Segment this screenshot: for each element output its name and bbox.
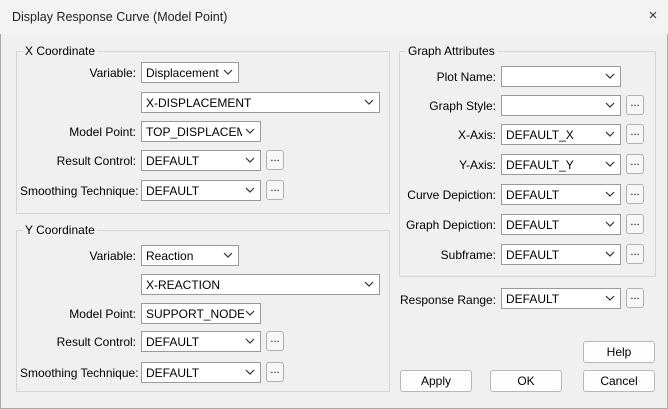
curve-depiction-combo[interactable]: DEFAULT xyxy=(501,184,621,205)
y-axis-value: DEFAULT_Y xyxy=(506,158,574,172)
y-variable-combo[interactable]: Reaction xyxy=(141,245,239,266)
x-variable-combo[interactable]: Displacement xyxy=(141,62,239,83)
chevron-down-icon xyxy=(605,251,615,257)
y-variable-label: Variable: xyxy=(89,249,136,263)
y-result-control-label: Result Control: xyxy=(56,335,136,349)
x-result-control-label: Result Control: xyxy=(56,154,136,168)
response-range-combo[interactable]: DEFAULT xyxy=(501,288,621,309)
y-smoothing-combo[interactable]: DEFAULT xyxy=(141,362,261,383)
graph-style-label: Graph Style: xyxy=(429,99,496,113)
y-result-control-combo[interactable]: DEFAULT xyxy=(141,331,261,352)
subframe-label: Subframe: xyxy=(440,248,496,262)
x-result-control-combo[interactable]: DEFAULT xyxy=(141,150,261,171)
chevron-down-icon xyxy=(605,161,615,167)
chevron-down-icon xyxy=(245,310,255,316)
subframe-browse-button[interactable]: ... xyxy=(626,244,644,264)
y-smoothing-label: Smoothing Technique: xyxy=(20,366,139,380)
y-smoothing-value: DEFAULT xyxy=(146,366,200,380)
graph-depiction-value: DEFAULT xyxy=(506,218,560,232)
graph-style-browse-button[interactable]: ... xyxy=(626,95,644,115)
x-coordinate-legend: X Coordinate xyxy=(25,44,96,58)
curve-depiction-value: DEFAULT xyxy=(506,188,560,202)
graph-style-combo[interactable] xyxy=(501,95,621,116)
chevron-down-icon xyxy=(223,69,233,75)
response-range-browse-button[interactable]: ... xyxy=(626,288,644,308)
x-model-point-combo[interactable]: TOP_DISPLACEME xyxy=(141,121,261,142)
x-component-value: X-DISPLACEMENT xyxy=(146,96,252,110)
response-range-value: DEFAULT xyxy=(506,292,560,306)
curve-depiction-label: Curve Depiction: xyxy=(407,188,496,202)
graph-depiction-browse-button[interactable]: ... xyxy=(626,214,644,234)
chevron-down-icon xyxy=(223,252,233,258)
chevron-down-icon xyxy=(605,73,615,79)
y-model-point-combo[interactable]: SUPPORT_NODES xyxy=(141,303,261,324)
graph-attributes-legend: Graph Attributes xyxy=(408,44,495,58)
y-component-value: X-REACTION xyxy=(146,278,221,292)
chevron-down-icon xyxy=(245,369,255,375)
help-button[interactable]: Help xyxy=(583,341,655,363)
response-range-label: Response Range: xyxy=(400,293,497,307)
x-smoothing-combo[interactable]: DEFAULT xyxy=(141,180,261,201)
chevron-down-icon xyxy=(605,102,615,108)
x-axis-value: DEFAULT_X xyxy=(506,128,574,142)
subframe-combo[interactable]: DEFAULT xyxy=(501,244,621,265)
plot-name-label: Plot Name: xyxy=(436,70,496,84)
chevron-down-icon xyxy=(605,295,615,301)
y-axis-browse-button[interactable]: ... xyxy=(626,154,644,174)
subframe-value: DEFAULT xyxy=(506,248,560,262)
close-icon[interactable]: × xyxy=(646,8,660,24)
apply-button[interactable]: Apply xyxy=(400,370,472,392)
window-title: Display Response Curve (Model Point) xyxy=(12,10,228,24)
cancel-button[interactable]: Cancel xyxy=(583,370,655,392)
chevron-down-icon xyxy=(364,99,374,105)
chevron-down-icon xyxy=(245,187,255,193)
x-smoothing-label: Smoothing Technique: xyxy=(20,184,139,198)
chevron-down-icon xyxy=(245,338,255,344)
chevron-down-icon xyxy=(245,157,255,163)
y-model-point-value: SUPPORT_NODES xyxy=(146,307,244,321)
x-variable-label: Variable: xyxy=(89,66,136,80)
y-result-control-browse-button[interactable]: ... xyxy=(266,331,284,351)
y-axis-combo[interactable]: DEFAULT_Y xyxy=(501,154,621,175)
x-smoothing-browse-button[interactable]: ... xyxy=(266,180,284,200)
y-component-combo[interactable]: X-REACTION xyxy=(141,274,380,295)
chevron-down-icon xyxy=(605,191,615,197)
chevron-down-icon xyxy=(245,128,255,134)
y-axis-label: Y-Axis: xyxy=(459,158,496,172)
x-axis-combo[interactable]: DEFAULT_X xyxy=(501,124,621,145)
x-smoothing-value: DEFAULT xyxy=(146,184,200,198)
chevron-down-icon xyxy=(364,281,374,287)
plot-name-combo[interactable] xyxy=(501,66,621,87)
y-coordinate-legend: Y Coordinate xyxy=(25,223,95,237)
y-result-control-value: DEFAULT xyxy=(146,335,200,349)
x-axis-browse-button[interactable]: ... xyxy=(626,124,644,144)
x-model-point-label: Model Point: xyxy=(69,125,136,139)
chevron-down-icon xyxy=(605,221,615,227)
y-model-point-label: Model Point: xyxy=(69,307,136,321)
x-axis-label: X-Axis: xyxy=(457,128,496,142)
chevron-down-icon xyxy=(605,131,615,137)
graph-depiction-combo[interactable]: DEFAULT xyxy=(501,214,621,235)
x-result-control-browse-button[interactable]: ... xyxy=(266,150,284,170)
ok-button[interactable]: OK xyxy=(490,370,562,392)
graph-depiction-label: Graph Depiction: xyxy=(405,218,496,232)
curve-depiction-browse-button[interactable]: ... xyxy=(626,184,644,204)
y-smoothing-browse-button[interactable]: ... xyxy=(266,362,284,382)
x-variable-value: Displacement xyxy=(146,66,219,80)
y-variable-value: Reaction xyxy=(146,249,194,263)
x-model-point-value: TOP_DISPLACEME xyxy=(146,125,242,139)
x-result-control-value: DEFAULT xyxy=(146,154,200,168)
x-component-combo[interactable]: X-DISPLACEMENT xyxy=(141,92,380,113)
